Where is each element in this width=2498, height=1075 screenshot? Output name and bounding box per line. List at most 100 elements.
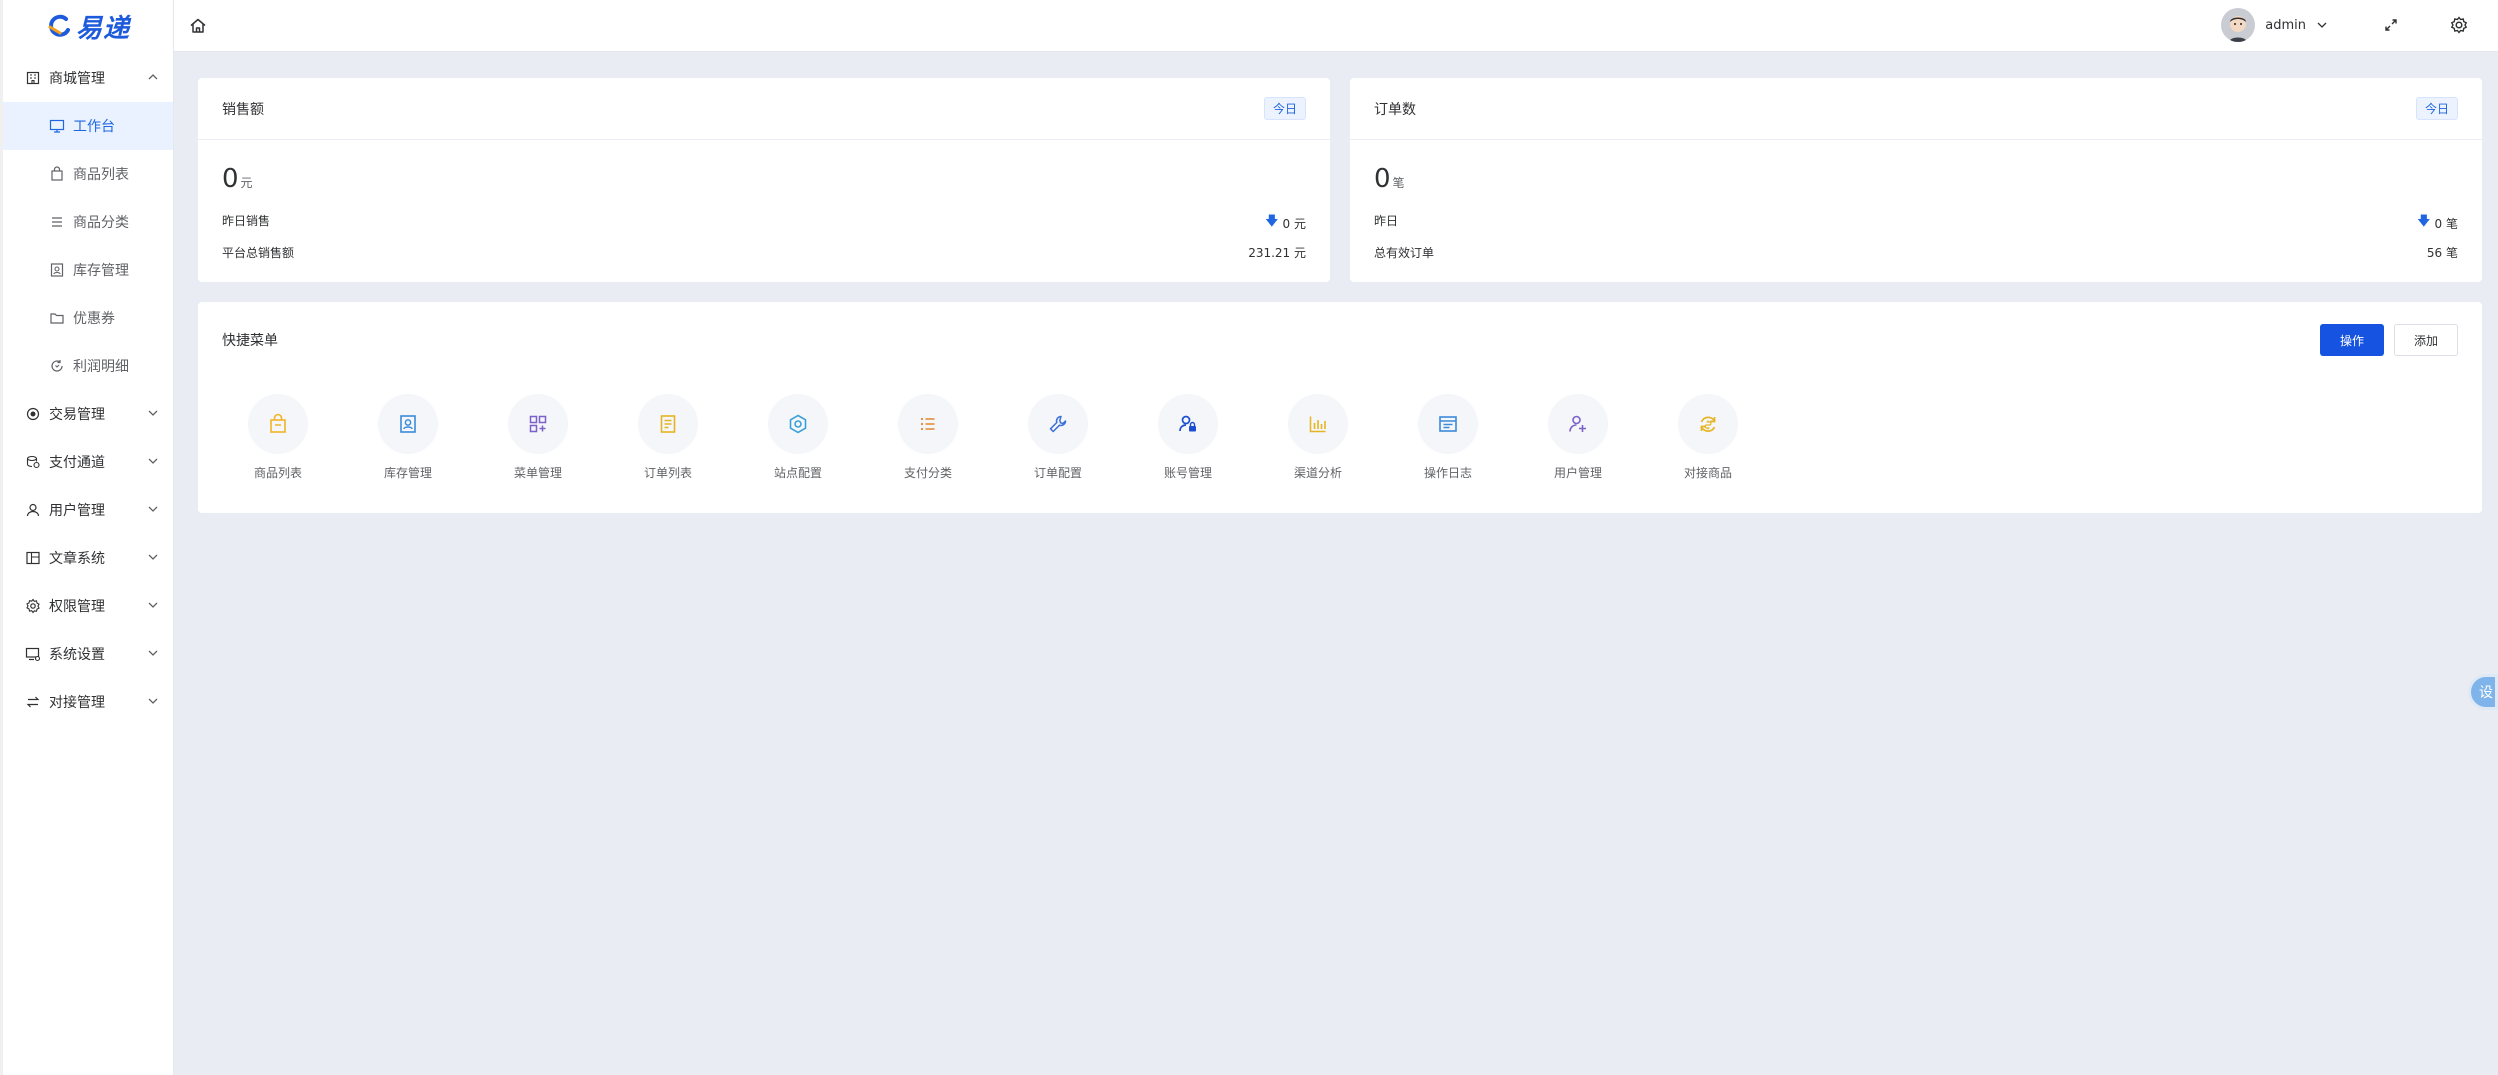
- chevron-down-icon: [148, 650, 158, 656]
- quick-item-circle: [248, 394, 308, 454]
- nav-group-label: 支付通道: [49, 455, 105, 471]
- user-menu[interactable]: admin: [2221, 8, 2328, 42]
- quick-item-label: 支付分类: [903, 466, 952, 480]
- switch-icon: [25, 694, 41, 710]
- nav-group-label: 权限管理: [49, 599, 105, 615]
- quick-item-label: 库存管理: [383, 466, 432, 480]
- sidebar: 易递 商城管理 工作台 商品列表 商品分类 库存管理 优惠券 利润明细 交易管理…: [0, 0, 174, 1075]
- sidebar-item-label: 利润明细: [73, 359, 129, 375]
- chevron-down-icon: [148, 554, 158, 560]
- quick-item-circle: [638, 394, 698, 454]
- nav-group-label: 商城管理: [49, 71, 105, 87]
- sidebar-item-inventory[interactable]: 库存管理: [3, 246, 173, 294]
- sidebar-item-product-list[interactable]: 商品列表: [3, 150, 173, 198]
- yesterday-sales-row: 昨日销售 🡇 0 元: [222, 212, 1306, 234]
- username: admin: [2265, 17, 2306, 33]
- quick-menu-card: 快捷菜单 操作 添加 商品列表 库存管理 菜单管理 订单列表 站点配置 支付分类…: [198, 302, 2482, 513]
- orders-card: 订单数 今日 0笔 昨日 🡇 0 笔 总有效订单 56 笔: [1350, 78, 2482, 282]
- total-sales-value: 231.21 元: [1248, 246, 1306, 260]
- quick-item-label: 站点配置: [773, 466, 822, 480]
- sidebar-item-product-category[interactable]: 商品分类: [3, 198, 173, 246]
- nav-group-label: 文章系统: [49, 551, 105, 567]
- quick-item-inventory[interactable]: 库存管理: [343, 394, 473, 481]
- floating-side-tab-label: 设: [2479, 685, 2493, 701]
- yesterday-orders-label: 昨日: [1374, 214, 1399, 228]
- quick-item-payment-category[interactable]: 支付分类: [863, 394, 993, 481]
- nav-group-system[interactable]: 系统设置: [3, 630, 173, 678]
- nav-group-articles[interactable]: 文章系统: [3, 534, 173, 582]
- chevron-up-icon: [148, 74, 158, 80]
- hexagon-icon: [789, 414, 807, 434]
- sales-value: 0: [222, 164, 239, 194]
- quick-item-circle: [1158, 394, 1218, 454]
- quick-item-circle: [1548, 394, 1608, 454]
- yesterday-orders-value: 0 笔: [2434, 216, 2458, 231]
- floating-side-tab[interactable]: 设: [2468, 674, 2498, 710]
- sidebar-item-label: 商品列表: [73, 167, 129, 183]
- logo[interactable]: 易递: [3, 0, 173, 52]
- nav-group-label: 对接管理: [49, 695, 105, 711]
- quick-item-circle: [1288, 394, 1348, 454]
- sales-card-title: 销售额: [222, 101, 264, 118]
- yesterday-sales-label: 昨日销售: [222, 214, 271, 228]
- sidebar-item-profit[interactable]: 利润明细: [3, 342, 173, 390]
- total-orders-value: 56 笔: [2426, 246, 2458, 260]
- quick-item-account-manage[interactable]: 账号管理: [1123, 394, 1253, 481]
- quick-item-site-config[interactable]: 站点配置: [733, 394, 863, 481]
- chevron-down-icon: [148, 410, 158, 416]
- fullscreen-icon[interactable]: [2380, 14, 2402, 36]
- chevron-down-icon: [148, 458, 158, 464]
- bag-icon: [49, 166, 65, 182]
- sidebar-item-coupon[interactable]: 优惠券: [3, 294, 173, 342]
- settings-icon[interactable]: [2448, 14, 2470, 36]
- operate-button[interactable]: 操作: [2320, 324, 2384, 356]
- nav-group-permissions[interactable]: 权限管理: [3, 582, 173, 630]
- chevron-down-icon: [148, 698, 158, 704]
- nav-group-users[interactable]: 用户管理: [3, 486, 173, 534]
- nav-group-integration[interactable]: 对接管理: [3, 678, 173, 726]
- quick-item-label: 菜单管理: [513, 466, 562, 480]
- quick-item-product-list[interactable]: 商品列表: [213, 394, 343, 481]
- quick-menu-title: 快捷菜单: [222, 333, 278, 349]
- user-icon: [25, 502, 41, 518]
- id-card-icon: [49, 262, 65, 278]
- quick-item-circle: [378, 394, 438, 454]
- nav-group-trade[interactable]: 交易管理: [3, 390, 173, 438]
- user-lock-icon: [1179, 415, 1196, 432]
- exchange-icon: [1700, 416, 1716, 433]
- folder-icon: [49, 310, 65, 326]
- period-tag: 今日: [2415, 97, 2458, 120]
- add-button[interactable]: 添加: [2394, 324, 2458, 356]
- quick-item-order-config[interactable]: 订单配置: [993, 394, 1123, 481]
- wrench-icon: [1049, 415, 1067, 433]
- total-orders-row: 总有效订单 56 笔: [1374, 244, 2458, 261]
- quick-item-operation-log[interactable]: 操作日志: [1383, 394, 1513, 481]
- quick-item-label: 渠道分析: [1293, 466, 1342, 480]
- quick-item-user-manage[interactable]: 用户管理: [1513, 394, 1643, 481]
- logo-text: 易递: [75, 13, 130, 44]
- quick-item-menu-manage[interactable]: 菜单管理: [473, 394, 603, 481]
- refresh-icon: [49, 358, 65, 374]
- sales-unit: 元: [240, 176, 253, 190]
- nav-group-payment[interactable]: 支付通道: [3, 438, 173, 486]
- avatar: [2221, 8, 2256, 42]
- home-icon[interactable]: [188, 16, 208, 36]
- sidebar-item-workbench[interactable]: 工作台: [3, 102, 173, 150]
- yesterday-sales-value: 0 元: [1282, 216, 1306, 231]
- nav-group-label: 交易管理: [49, 407, 105, 423]
- record-icon: [25, 406, 41, 422]
- quick-item-linked-products[interactable]: 对接商品: [1643, 394, 1773, 481]
- orders-value: 0: [1374, 164, 1391, 194]
- quick-item-label: 订单列表: [643, 466, 692, 480]
- chevron-down-icon: [2317, 22, 2327, 28]
- quick-item-label: 操作日志: [1423, 466, 1472, 480]
- sidebar-item-label: 商品分类: [73, 215, 129, 231]
- orders-card-header: 订单数 今日: [1350, 78, 2482, 140]
- quick-item-order-list[interactable]: 订单列表: [603, 394, 733, 481]
- layout-icon: [25, 550, 41, 566]
- log-icon: [1439, 416, 1457, 432]
- quick-item-channel-analysis[interactable]: 渠道分析: [1253, 394, 1383, 481]
- nav-group-mall[interactable]: 商城管理: [3, 54, 173, 102]
- sidebar-item-label: 工作台: [73, 119, 115, 135]
- logo-mark-icon: [48, 14, 70, 37]
